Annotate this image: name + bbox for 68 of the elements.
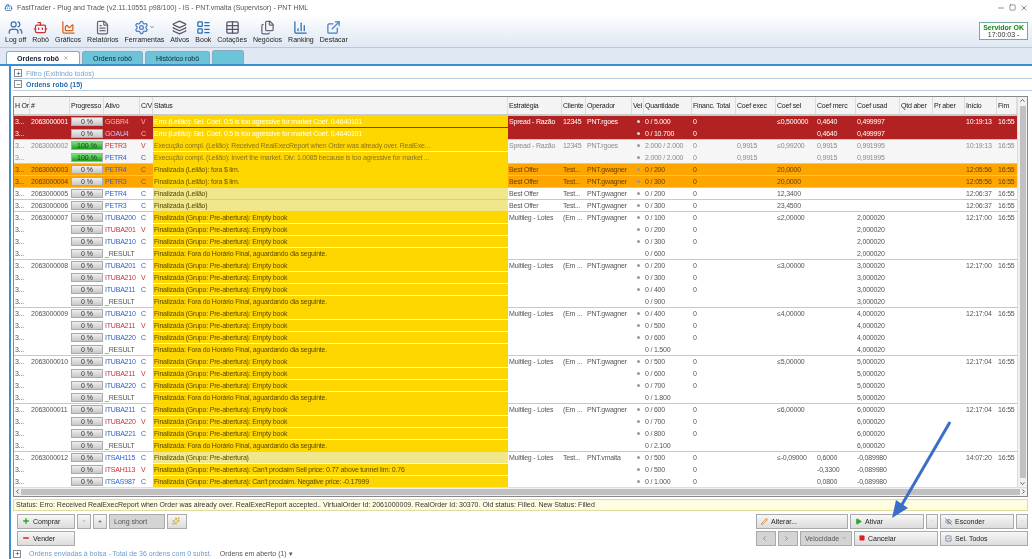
plus-icon (22, 517, 30, 526)
dropdown-button[interactable] (926, 513, 938, 529)
people-icon (8, 19, 24, 35)
speed-dot-icon (636, 155, 640, 159)
speed-dot-icon (636, 275, 640, 279)
speed-dot-icon (636, 371, 640, 375)
speed-dot-icon (636, 335, 640, 339)
document-icon (95, 19, 111, 35)
robot-icon (33, 19, 49, 35)
speed-dot-icon (636, 239, 640, 243)
add-button[interactable] (93, 513, 107, 529)
speed-dot-icon (636, 203, 640, 207)
next-icon (783, 534, 790, 542)
grid-icon (224, 19, 240, 35)
scroll-right-icon[interactable] (1020, 488, 1027, 496)
speed-dot-icon (636, 263, 640, 267)
expand-toggle-icon[interactable] (13, 549, 21, 558)
previous-icon (761, 534, 768, 542)
speed-dot-icon (636, 143, 640, 147)
speed-dot-icon (636, 131, 640, 135)
close-icon[interactable] (63, 55, 69, 61)
speed-dot-icon (636, 167, 640, 171)
restore-icon[interactable] (1009, 4, 1016, 11)
speed-dot-icon (636, 191, 640, 195)
pencil-icon (761, 517, 768, 525)
stop-icon (859, 535, 865, 542)
sparkle-icon (172, 517, 180, 526)
expand-toggle-icon[interactable] (14, 69, 22, 78)
speed-dot-icon (636, 119, 640, 123)
vertical-scrollbar[interactable] (1017, 96, 1027, 487)
speed-dot-icon (636, 479, 640, 483)
scroll-up-icon[interactable] (1019, 96, 1026, 104)
settings-icon (133, 19, 149, 35)
speed-dot-icon (636, 323, 640, 327)
speed-dot-icon (636, 419, 640, 423)
caret-icon (148, 24, 155, 30)
speed-dot-icon (636, 455, 640, 459)
area-chart-icon (60, 19, 76, 35)
speed-dot-icon (636, 227, 640, 231)
caret-icon (842, 535, 847, 542)
close-icon[interactable] (1020, 3, 1028, 12)
stack-icon (172, 19, 188, 35)
scroll-down-icon[interactable] (1019, 479, 1026, 487)
list-icon (195, 19, 211, 35)
speed-dot-icon (636, 407, 640, 411)
speed-dot-icon (636, 179, 640, 183)
collapse-toggle-icon[interactable] (14, 80, 22, 89)
dropdown-button[interactable] (77, 513, 91, 529)
speed-dot-icon (636, 467, 640, 471)
horizontal-scrollbar[interactable] (14, 486, 1027, 496)
speed-dot-icon (636, 287, 640, 291)
speed-dot-icon (636, 431, 640, 435)
files-icon (260, 19, 275, 35)
speed-dot-icon (636, 359, 640, 363)
speed-dot-icon (636, 215, 640, 219)
checkbox-icon (945, 534, 952, 542)
robot-icon (4, 3, 13, 12)
external-window-icon (326, 19, 342, 35)
play-icon (855, 517, 862, 525)
previous-button[interactable] (756, 530, 776, 546)
speed-dot-icon (636, 311, 640, 315)
hidden-eye-icon (945, 517, 952, 525)
magic-button[interactable] (167, 513, 187, 529)
scroll-left-icon[interactable] (14, 488, 21, 496)
next-button[interactable] (778, 530, 798, 546)
speed-dot-icon (636, 383, 640, 387)
bar-chart-icon (293, 19, 309, 35)
dropdown-button[interactable] (1016, 513, 1028, 529)
